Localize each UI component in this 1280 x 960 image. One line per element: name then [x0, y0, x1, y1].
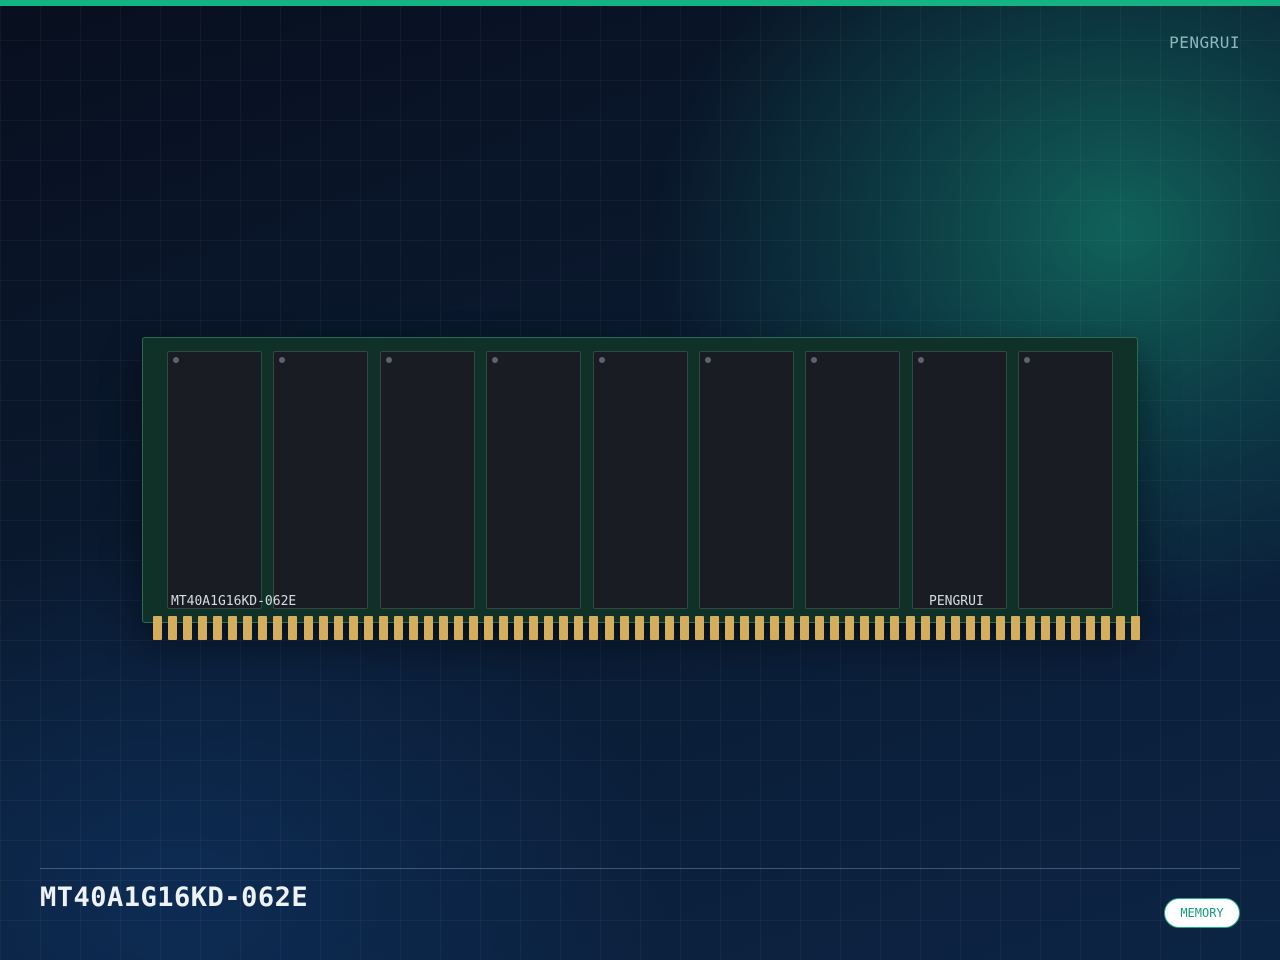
gold-contact-pin — [920, 616, 930, 640]
gold-contact-pin — [995, 616, 1005, 640]
gold-contact-pin — [709, 616, 719, 640]
gold-contact-pin — [619, 616, 629, 640]
gold-contact-pin — [785, 616, 795, 640]
chip-pin1-marker — [279, 357, 286, 363]
gold-contact-pin — [800, 616, 810, 640]
gold-contact-pin — [559, 616, 569, 640]
gold-contact-pin — [1056, 616, 1065, 640]
chip-pin1-marker — [917, 357, 924, 363]
gold-contact-pin — [875, 616, 885, 640]
gold-contact-pin — [1025, 616, 1035, 640]
silkscreen-brand: PENGRUI — [929, 594, 984, 609]
gold-contact-pin — [408, 616, 418, 640]
gold-contact-pin — [574, 616, 584, 640]
pcb-board: MT40A1G16KD-062E PENGRUI — [142, 337, 1138, 623]
gold-contact-pin — [845, 616, 855, 640]
chip-pin1-marker — [492, 357, 499, 363]
accent-top-bar — [0, 0, 1280, 6]
chip-pin1-marker — [385, 357, 392, 363]
gold-contact-pin — [393, 616, 403, 640]
gold-contact-pin — [1101, 616, 1111, 640]
memory-chip — [1018, 351, 1114, 609]
gold-contact-pin — [288, 616, 298, 640]
gold-contact-pin — [1131, 616, 1141, 640]
chip-pin1-marker — [1024, 357, 1031, 363]
gold-contact-pin — [770, 616, 780, 640]
gold-contact-pin — [153, 616, 162, 640]
gold-contact-pin — [438, 616, 448, 640]
gold-contact-pin — [484, 616, 494, 640]
gold-contact-pin — [1010, 616, 1020, 640]
gold-contact-pin — [694, 616, 704, 640]
gold-contact-pin — [318, 616, 328, 640]
memory-chip — [273, 351, 369, 609]
gold-contact-pin — [980, 616, 990, 640]
gold-contact-pin — [168, 616, 178, 640]
gold-contact-pins — [152, 616, 1141, 641]
chip-pin1-marker — [811, 357, 818, 363]
gold-contact-pin — [273, 616, 283, 640]
gold-contact-pin — [755, 616, 764, 640]
gold-contact-pin — [198, 616, 208, 640]
gold-contact-pin — [604, 616, 614, 640]
gold-contact-pin — [348, 616, 358, 640]
chip-pin1-marker — [598, 357, 605, 363]
brand-logo-text: PENGRUI — [1169, 33, 1240, 52]
memory-module: MT40A1G16KD-062E PENGRUI — [142, 337, 1141, 640]
gold-contact-pin — [499, 616, 509, 640]
gold-contact-pin — [363, 616, 373, 640]
memory-chip — [379, 351, 475, 609]
gold-contact-pin — [454, 616, 463, 640]
gold-contact-pin — [1086, 616, 1096, 640]
gold-contact-pin — [544, 616, 554, 640]
memory-chip — [592, 351, 688, 609]
gold-contact-pin — [679, 616, 689, 640]
memory-chip — [805, 351, 901, 609]
gold-contact-pin — [634, 616, 644, 640]
gold-contact-pin — [935, 616, 945, 640]
gold-contact-pin — [469, 616, 479, 640]
gold-contact-pin — [1071, 616, 1081, 640]
gold-contact-pin — [243, 616, 253, 640]
gold-contact-pin — [529, 616, 539, 640]
gold-contact-pin — [589, 616, 599, 640]
gold-contact-pin — [333, 616, 343, 640]
gold-contact-pin — [649, 616, 659, 640]
gold-contact-pin — [890, 616, 900, 640]
chip-pin1-marker — [705, 357, 711, 363]
gold-contact-pin — [378, 616, 388, 640]
chip-pin1-marker — [173, 357, 179, 363]
gold-contact-pin — [905, 616, 915, 640]
memory-chip — [911, 351, 1007, 609]
gold-contact-pin — [739, 616, 749, 640]
gold-contact-pin — [258, 616, 268, 640]
category-badge[interactable]: MEMORY — [1164, 898, 1240, 928]
gold-contact-pin — [183, 616, 193, 640]
gold-contact-pin — [830, 616, 840, 640]
silkscreen-part-number: MT40A1G16KD-062E — [171, 594, 297, 609]
gold-contact-pin — [228, 616, 238, 640]
part-number-title: MT40A1G16KD-062E — [40, 882, 309, 913]
gold-contact-pin — [514, 616, 524, 640]
memory-chip — [486, 351, 582, 609]
gold-contact-pin — [423, 616, 433, 640]
memory-chip — [699, 351, 794, 609]
gold-contact-pin — [724, 616, 734, 640]
gold-contact-pin — [860, 616, 870, 640]
gold-contact-pin — [965, 616, 975, 640]
gold-contact-pin — [1040, 616, 1050, 640]
gold-contact-pin — [213, 616, 223, 640]
gold-contact-pin — [950, 616, 960, 640]
gold-contact-pin — [303, 616, 313, 640]
gold-contact-pin — [664, 616, 674, 640]
gold-contact-pin — [815, 616, 825, 640]
footer-divider — [40, 868, 1240, 869]
gold-contact-pin — [1116, 616, 1126, 640]
memory-chip — [167, 351, 262, 609]
